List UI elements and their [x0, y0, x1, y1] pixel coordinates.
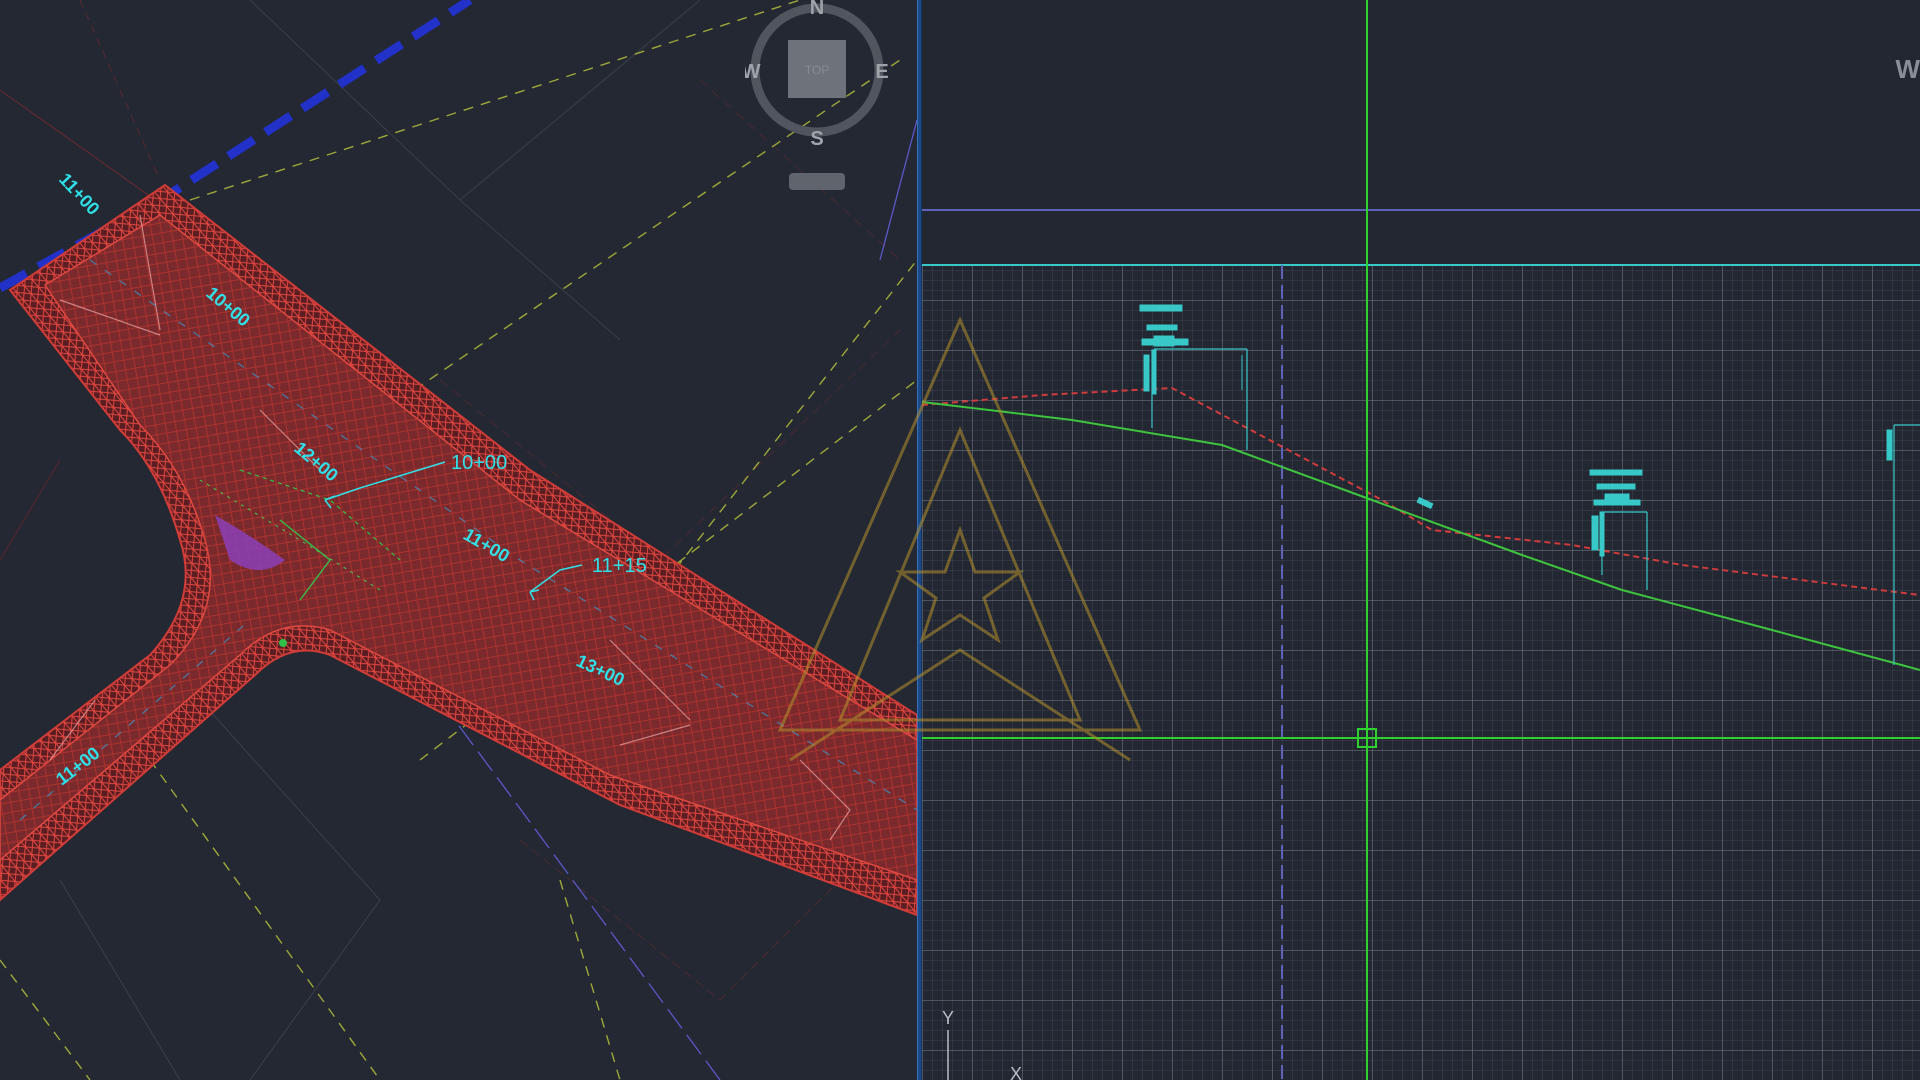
compass-north[interactable]: N	[810, 0, 824, 19]
road-corridor	[0, 183, 917, 917]
profile-viewport[interactable]: Y X W	[922, 0, 1920, 1080]
viewcube-face-label[interactable]: TOP	[805, 63, 829, 77]
viewcube-west-letter-partial: W	[1895, 54, 1920, 84]
callout-label: 10+00	[451, 452, 507, 474]
compass-west[interactable]: W	[745, 61, 761, 83]
viewcube[interactable]: TOP N S E W	[745, 0, 895, 200]
compass-east[interactable]: E	[875, 61, 888, 83]
profile-grid	[922, 265, 1920, 1080]
station-label: 11+00	[55, 169, 103, 219]
ucs-x-label: X	[1010, 1064, 1022, 1080]
compass-south[interactable]: S	[810, 128, 823, 150]
cad-workspace[interactable]: 11+00 10+00 12+00 11+00 13+00 11+00 10+0…	[0, 0, 1920, 1080]
viewcube-wcs-menu[interactable]	[789, 173, 845, 190]
callout-label: 11+15	[592, 555, 647, 577]
ucs-y-label: Y	[942, 1008, 954, 1028]
profile-drawing: Y X	[922, 0, 1920, 1080]
